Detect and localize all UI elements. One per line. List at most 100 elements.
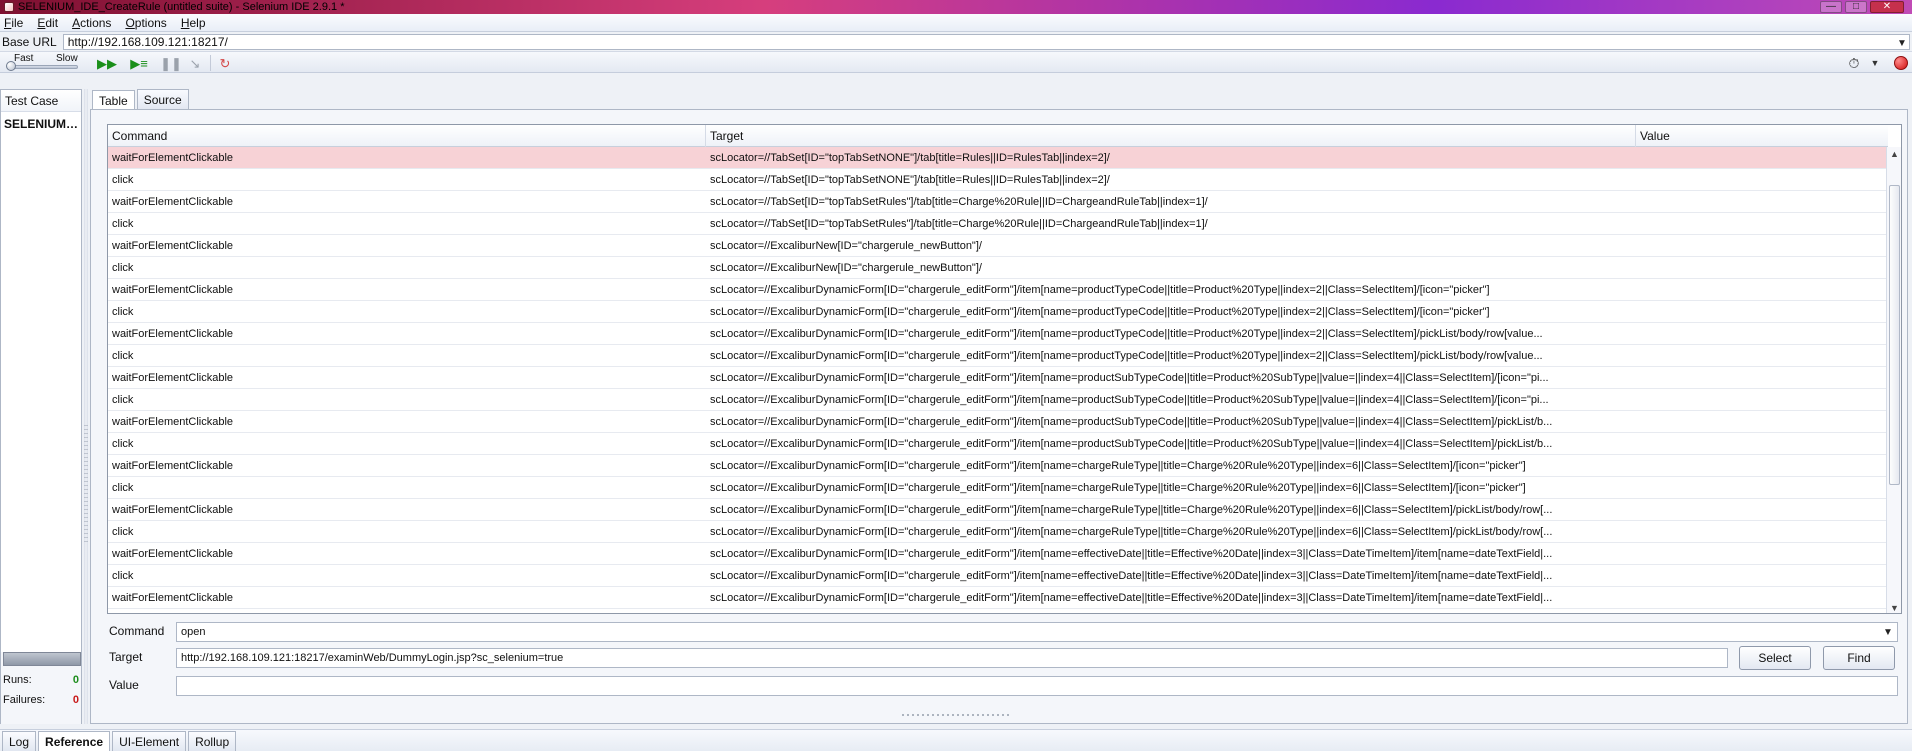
table-row[interactable]: waitForElementClickable scLocator=//TabS…: [108, 191, 1888, 213]
value-cell: [1636, 257, 1888, 279]
table-row[interactable]: waitForElementClickable scLocator=//Exca…: [108, 235, 1888, 257]
command-cell: waitForElementClickable: [112, 547, 234, 560]
minimize-window-button[interactable]: —: [1820, 1, 1842, 13]
command-cell: waitForElementClickable: [112, 503, 234, 516]
command-cell: click: [112, 393, 134, 406]
table-row[interactable]: click scLocator=//ExcaliburNew[ID="charg…: [108, 257, 1888, 279]
command-row: Command open ▼: [107, 620, 1902, 644]
table-row[interactable]: click scLocator=//TabSet[ID="topTabSetRu…: [108, 213, 1888, 235]
menu-actions-label-rest: ctions: [80, 15, 112, 30]
menu-options[interactable]: Options: [123, 16, 168, 30]
step-button[interactable]: ↘: [184, 54, 206, 72]
table-row[interactable]: waitForElementClickable scLocator=//Exca…: [108, 323, 1888, 345]
close-window-button[interactable]: ✕: [1870, 1, 1904, 13]
runs-line: Runs: 0: [3, 672, 81, 688]
table-row[interactable]: click scLocator=//ExcaliburDynamicForm[I…: [108, 477, 1888, 499]
value-cell: [1636, 279, 1888, 301]
target-cell: scLocator=//ExcaliburDynamicForm[ID="cha…: [710, 305, 1490, 318]
value-cell: [1636, 565, 1888, 587]
tab-table[interactable]: Table: [92, 90, 135, 110]
value-cell: [1636, 543, 1888, 565]
target-input[interactable]: http://192.168.109.121:18217/examinWeb/D…: [176, 648, 1728, 668]
test-case-item[interactable]: SELENIUM_...: [1, 117, 79, 131]
chevron-down-icon[interactable]: ▼: [1897, 38, 1907, 49]
table-row[interactable]: waitForElementClickable scLocator=//Exca…: [108, 587, 1888, 609]
commands-table-body: waitForElementClickable scLocator=//TabS…: [108, 147, 1888, 613]
command-cell: waitForElementClickable: [112, 327, 234, 340]
speed-slider-track[interactable]: [10, 65, 78, 69]
target-value: http://192.168.109.121:18217/examinWeb/D…: [181, 652, 564, 664]
value-cell: [1636, 587, 1888, 609]
runs-label: Runs:: [3, 674, 32, 686]
target-cell: scLocator=//ExcaliburDynamicForm[ID="cha…: [710, 503, 1553, 516]
command-cell: click: [112, 525, 134, 538]
column-target[interactable]: Target: [706, 125, 1636, 147]
play-case-icon: ▶≡: [130, 55, 148, 71]
table-row[interactable]: waitForElementClickable scLocator=//Exca…: [108, 411, 1888, 433]
clock-icon: ⏱: [1848, 54, 1860, 71]
menu-file[interactable]: File: [2, 16, 25, 30]
scroll-down-button[interactable]: ▼: [1887, 601, 1901, 613]
table-row[interactable]: click scLocator=//ExcaliburDynamicForm[I…: [108, 301, 1888, 323]
table-row[interactable]: click scLocator=//TabSet[ID="topTabSetNO…: [108, 169, 1888, 191]
toolbar: Fast Slow ▶▶ ▶≡ ❚❚ ↘ ↻ ⏱ ▼: [0, 51, 1912, 73]
table-row[interactable]: waitForElementClickable scLocator=//Exca…: [108, 543, 1888, 565]
column-command[interactable]: Command: [108, 125, 706, 147]
table-row[interactable]: click scLocator=//ExcaliburDynamicForm[I…: [108, 521, 1888, 543]
play-suite-button[interactable]: ▶▶: [96, 54, 118, 72]
speed-slider[interactable]: Fast Slow: [6, 53, 84, 73]
tab-reference[interactable]: Reference: [38, 731, 111, 751]
menu-edit[interactable]: Edit: [35, 16, 60, 30]
scroll-thumb[interactable]: [1889, 185, 1900, 485]
record-button[interactable]: [1894, 56, 1908, 70]
failures-label: Failures:: [3, 694, 46, 706]
bottom-panel-grip[interactable]: [902, 712, 1012, 718]
table-row[interactable]: click scLocator=//ExcaliburDynamicForm[I…: [108, 433, 1888, 455]
schedule-button[interactable]: ⏱: [1844, 54, 1864, 72]
schedule-dropdown[interactable]: ▼: [1870, 58, 1880, 68]
menu-edit-label-rest: dit: [45, 15, 59, 30]
menu-help-label-rest: elp: [189, 15, 206, 30]
commands-table-scrollbar[interactable]: ▲ ▼: [1886, 147, 1901, 613]
column-value[interactable]: Value: [1636, 125, 1888, 147]
grip-dots[interactable]: [902, 714, 1012, 716]
tab-ui-element[interactable]: UI-Element: [112, 731, 187, 751]
value-input[interactable]: [176, 676, 1898, 696]
tab-rollup[interactable]: Rollup: [188, 731, 237, 751]
table-row[interactable]: click scLocator=//ExcaliburDynamicForm[I…: [108, 565, 1888, 587]
command-cell: click: [112, 569, 134, 582]
pause-button[interactable]: ❚❚: [160, 54, 182, 72]
table-row[interactable]: waitForElementClickable scLocator=//Exca…: [108, 455, 1888, 477]
runs-count: 0: [72, 674, 79, 686]
table-row[interactable]: waitForElementClickable scLocator=//TabS…: [108, 147, 1888, 169]
base-url-combobox[interactable]: http://192.168.109.121:18217/ ▼: [62, 34, 1910, 50]
play-case-button[interactable]: ▶≡: [128, 54, 150, 72]
table-row[interactable]: waitForElementClickable scLocator=//Exca…: [108, 279, 1888, 301]
speed-slider-thumb[interactable]: [6, 61, 16, 71]
splitter-grip[interactable]: [84, 425, 88, 545]
value-cell: [1636, 235, 1888, 257]
step-icon: ↘: [189, 55, 201, 71]
commands-table-header: Command Target Value: [108, 125, 1888, 147]
table-row[interactable]: click scLocator=//ExcaliburDynamicForm[I…: [108, 389, 1888, 411]
value-cell: [1636, 147, 1888, 169]
find-button[interactable]: Find: [1823, 646, 1895, 670]
tab-log[interactable]: Log: [2, 731, 37, 751]
table-row[interactable]: click scLocator=//ExcaliburDynamicForm[I…: [108, 345, 1888, 367]
target-cell: scLocator=//ExcaliburDynamicForm[ID="cha…: [710, 327, 1543, 340]
maximize-window-button[interactable]: □: [1845, 1, 1867, 13]
table-row[interactable]: waitForElementClickable scLocator=//Exca…: [108, 499, 1888, 521]
tab-source[interactable]: Source: [136, 89, 189, 109]
rollup-button[interactable]: ↻: [214, 54, 236, 72]
select-button[interactable]: Select: [1739, 646, 1811, 670]
command-cell: click: [112, 437, 134, 450]
menu-help[interactable]: Help: [179, 16, 208, 30]
table-row[interactable]: waitForElementClickable scLocator=//Exca…: [108, 367, 1888, 389]
chevron-down-icon[interactable]: ▼: [1883, 627, 1893, 638]
command-cell: click: [112, 261, 134, 274]
menu-actions[interactable]: Actions: [70, 16, 113, 30]
command-cell: waitForElementClickable: [112, 283, 234, 296]
command-combobox[interactable]: open ▼: [176, 622, 1898, 642]
left-splitter[interactable]: [84, 89, 88, 724]
scroll-up-button[interactable]: ▲: [1887, 147, 1901, 161]
